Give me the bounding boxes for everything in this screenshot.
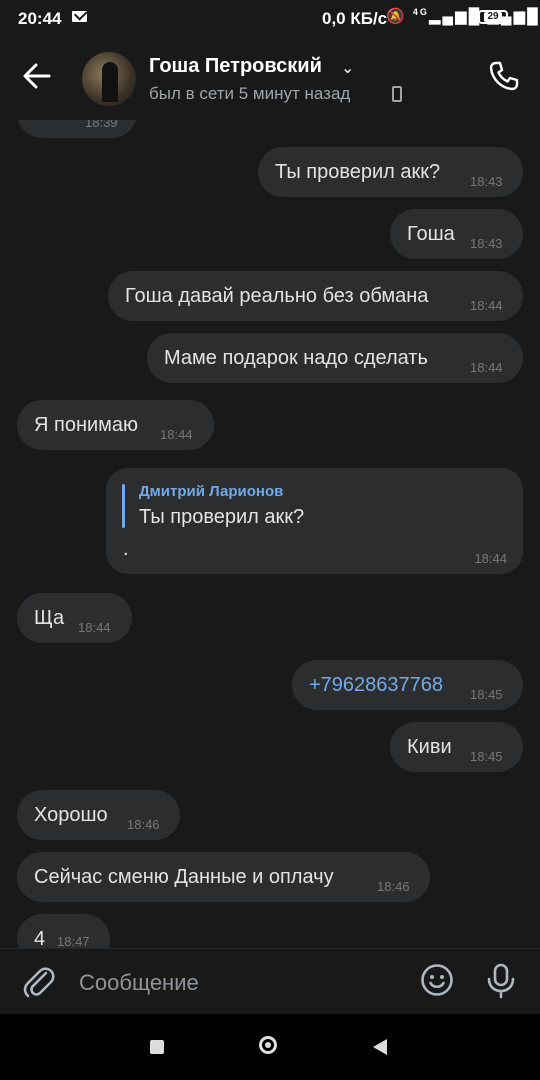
message-text: Гоша давай реально без обмана xyxy=(125,285,429,307)
message-text: Я понимаю xyxy=(34,414,139,436)
status-time: 20:44 xyxy=(18,9,62,28)
message-text: Ты проверил акк? xyxy=(275,161,441,183)
reply-quoted-text: Ты проверил акк? xyxy=(139,506,305,528)
microphone-icon[interactable] xyxy=(485,963,517,999)
message-time: 18:45 xyxy=(470,687,503,702)
message-text: . xyxy=(123,538,129,560)
message-bubble-outgoing-reply[interactable]: Дмитрий Ларионов Ты проверил акк? . 18:4… xyxy=(106,468,523,574)
attach-paperclip-icon[interactable] xyxy=(22,963,56,999)
phone-call-icon[interactable] xyxy=(488,60,520,92)
message-composer: Сообщение xyxy=(0,948,540,1015)
message-bubble-outgoing[interactable]: Гоша давай реально без обмана 18:44 xyxy=(108,271,523,321)
message-bubble-outgoing[interactable]: Маме подарок надо сделать 18:44 xyxy=(147,333,523,383)
message-bubble-outgoing[interactable]: Киви 18:45 xyxy=(390,722,523,772)
chevron-down-icon[interactable]: ⌄ xyxy=(341,58,354,78)
home-circle-icon[interactable] xyxy=(259,1036,277,1054)
avatar[interactable] xyxy=(82,52,136,106)
reply-quote-bar xyxy=(122,484,125,528)
reply-author[interactable]: Дмитрий Ларионов xyxy=(139,483,283,500)
battery-level: 29 xyxy=(484,12,502,22)
message-time: 18:44 xyxy=(470,360,503,375)
network-speed: 0,0 КБ/с xyxy=(322,9,388,28)
status-bar: 20:44 0,0 КБ/с 🔕 4G▂▄▆█ ▂▄▆█ 29 ⚡ xyxy=(0,0,540,36)
mobile-device-icon xyxy=(392,86,402,102)
charging-icon: ⚡ xyxy=(514,8,524,24)
contact-name[interactable]: Гоша Петровский xyxy=(149,55,322,78)
message-bubble-incoming[interactable]: Хорошо 18:46 xyxy=(17,790,180,840)
last-seen-status: был в сети 5 минут назад xyxy=(149,84,351,103)
message-text: Сейчас сменю Данные и оплачу xyxy=(34,866,334,888)
message-bubble-incoming[interactable]: 18:39 xyxy=(17,120,137,138)
message-time: 18:39 xyxy=(85,120,118,130)
battery-icon: 29 xyxy=(478,10,508,24)
message-time: 18:45 xyxy=(470,749,503,764)
message-bubble-incoming[interactable]: 4 18:47 xyxy=(17,914,110,948)
message-bubble-incoming[interactable]: Я понимаю 18:44 xyxy=(17,400,214,450)
message-text: Ща xyxy=(34,607,65,629)
emoji-smile-icon[interactable] xyxy=(420,963,454,997)
message-time: 18:44 xyxy=(78,620,111,635)
message-time: 18:44 xyxy=(470,298,503,313)
message-time: 18:46 xyxy=(377,879,410,894)
message-time: 18:47 xyxy=(57,934,90,948)
system-navigation-bar xyxy=(0,1014,540,1080)
message-text: Хорошо xyxy=(34,804,108,826)
message-bubble-outgoing[interactable]: +79628637768 18:45 xyxy=(292,660,523,710)
message-time: 18:43 xyxy=(470,174,503,189)
message-list[interactable]: 18:39 Ты проверил акк? 18:43 Гоша 18:43 … xyxy=(0,120,540,948)
chat-header: Гоша Петровский ⌄ был в сети 5 минут наз… xyxy=(0,36,540,120)
message-input[interactable]: Сообщение xyxy=(79,970,199,996)
message-time: 18:46 xyxy=(127,817,160,832)
message-text: Гоша xyxy=(407,223,455,245)
message-bubble-incoming[interactable]: Сейчас сменю Данные и оплачу 18:46 xyxy=(17,852,430,902)
back-arrow-icon[interactable] xyxy=(22,56,54,96)
message-bubble-incoming[interactable]: Ща 18:44 xyxy=(17,593,132,643)
message-time: 18:43 xyxy=(470,236,503,251)
message-bubble-outgoing[interactable]: Ты проверил акк? 18:43 xyxy=(258,147,523,197)
recents-square-icon[interactable] xyxy=(150,1040,164,1054)
network-type: 4G xyxy=(412,7,429,17)
message-text: Киви xyxy=(407,736,452,758)
phone-number-link[interactable]: +79628637768 xyxy=(309,674,443,697)
message-bubble-outgoing[interactable]: Гоша 18:43 xyxy=(390,209,523,259)
message-time: 18:44 xyxy=(474,551,507,566)
message-time: 18:44 xyxy=(160,427,193,442)
back-triangle-icon[interactable] xyxy=(373,1039,387,1055)
mail-notification-icon xyxy=(72,11,87,22)
message-text: Маме подарок надо сделать xyxy=(164,347,428,369)
message-text: 4 xyxy=(34,928,46,948)
